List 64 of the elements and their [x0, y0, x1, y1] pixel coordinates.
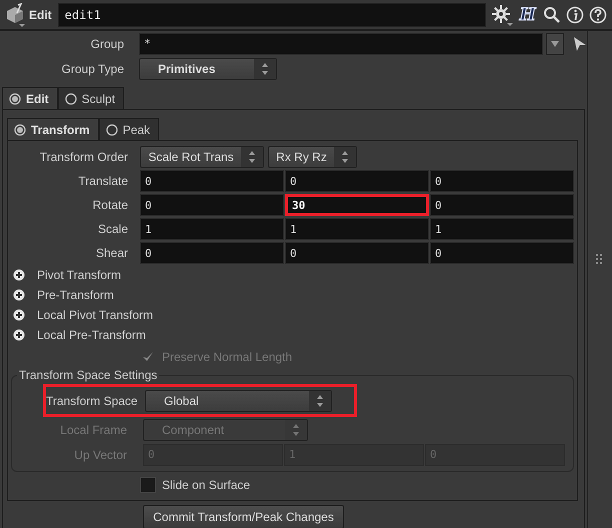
commit-button[interactable]: Commit Transform/Peak Changes [143, 505, 344, 528]
up-down-arrows-icon [315, 392, 325, 408]
folder-toggle[interactable]: Pre-Transform [8, 285, 114, 305]
parameter-label: Transform Order [38, 150, 129, 164]
radio-selected-icon [14, 124, 26, 136]
node-name-field[interactable]: edit1 [58, 2, 486, 26]
tab[interactable]: Peak [98, 118, 160, 140]
checkbox-label: Preserve Normal Length [162, 350, 292, 364]
folder-toggle[interactable]: Pivot Transform [8, 265, 122, 285]
radio-icon [106, 124, 118, 136]
parameter-label: Local Frame [59, 422, 128, 436]
number-field[interactable]: 0 [430, 170, 574, 192]
plus-circle-icon [13, 309, 25, 321]
info-icon[interactable] [566, 6, 584, 24]
grip-icon [595, 252, 605, 266]
checkbox-label: Slide on Surface [162, 478, 250, 492]
number-field[interactable]: 1 [430, 218, 574, 240]
number-field[interactable]: 0 [140, 170, 284, 192]
number-field[interactable]: 0 [430, 242, 574, 264]
plus-circle-icon [13, 289, 25, 301]
number-field[interactable]: 0 [140, 242, 284, 264]
pointer-arrow-icon[interactable] [573, 36, 587, 52]
parameter-label: Rotate [92, 198, 129, 212]
up-down-arrows-icon [291, 422, 301, 438]
parameter-label: Transform Space [46, 394, 139, 408]
dropdown-menu[interactable]: Global [145, 390, 332, 412]
number-field[interactable]: 0 [430, 194, 574, 216]
node-type-label: Edit [29, 8, 52, 22]
parameter-label: Shear [94, 246, 129, 260]
parameter-label: Up Vector [73, 448, 128, 462]
caret-down-icon [551, 40, 560, 46]
up-down-arrows-icon [260, 60, 270, 76]
parameter-label: Group Type [60, 62, 125, 76]
parameter-label: Translate [77, 174, 129, 188]
plus-circle-icon [13, 269, 25, 281]
number-field[interactable]: 1 [285, 218, 429, 240]
dropdown-menu[interactable]: Primitives [139, 58, 277, 80]
tab[interactable]: Sculpt [58, 87, 124, 109]
up-down-arrows-icon [247, 148, 257, 164]
gear-icon[interactable] [490, 4, 513, 26]
dropdown-button[interactable] [546, 32, 564, 54]
checkbox[interactable] [140, 477, 156, 493]
up-down-arrows-icon [340, 148, 350, 164]
folder-toggle[interactable]: Local Pre-Transform [8, 325, 146, 345]
parameter-label: Scale [96, 222, 129, 236]
folder-toggle[interactable]: Local Pivot Transform [8, 305, 154, 325]
radio-icon [64, 92, 77, 104]
dropdown-menu[interactable]: Rx Ry Rz [268, 146, 357, 168]
tab[interactable]: Edit [2, 87, 58, 109]
cube-icon[interactable] [4, 2, 26, 26]
number-field[interactable]: 0 [140, 194, 284, 216]
group-box-title: Transform Space Settings [18, 368, 158, 382]
parameter-label: Group [90, 36, 125, 50]
dropdown-menu[interactable]: Scale Rot Trans [140, 146, 264, 168]
number-field[interactable]: 0 [285, 242, 429, 264]
search-icon[interactable] [542, 6, 561, 24]
radio-selected-icon [9, 92, 21, 104]
help-icon[interactable] [588, 6, 607, 24]
group-field[interactable]: * [139, 32, 544, 54]
highlighted-number-field[interactable]: 30 [285, 194, 429, 216]
plus-circle-icon [13, 329, 25, 341]
tab[interactable]: Transform [7, 118, 99, 140]
number-field[interactable]: 0 [285, 170, 429, 192]
number-field[interactable]: 1 [140, 218, 284, 240]
